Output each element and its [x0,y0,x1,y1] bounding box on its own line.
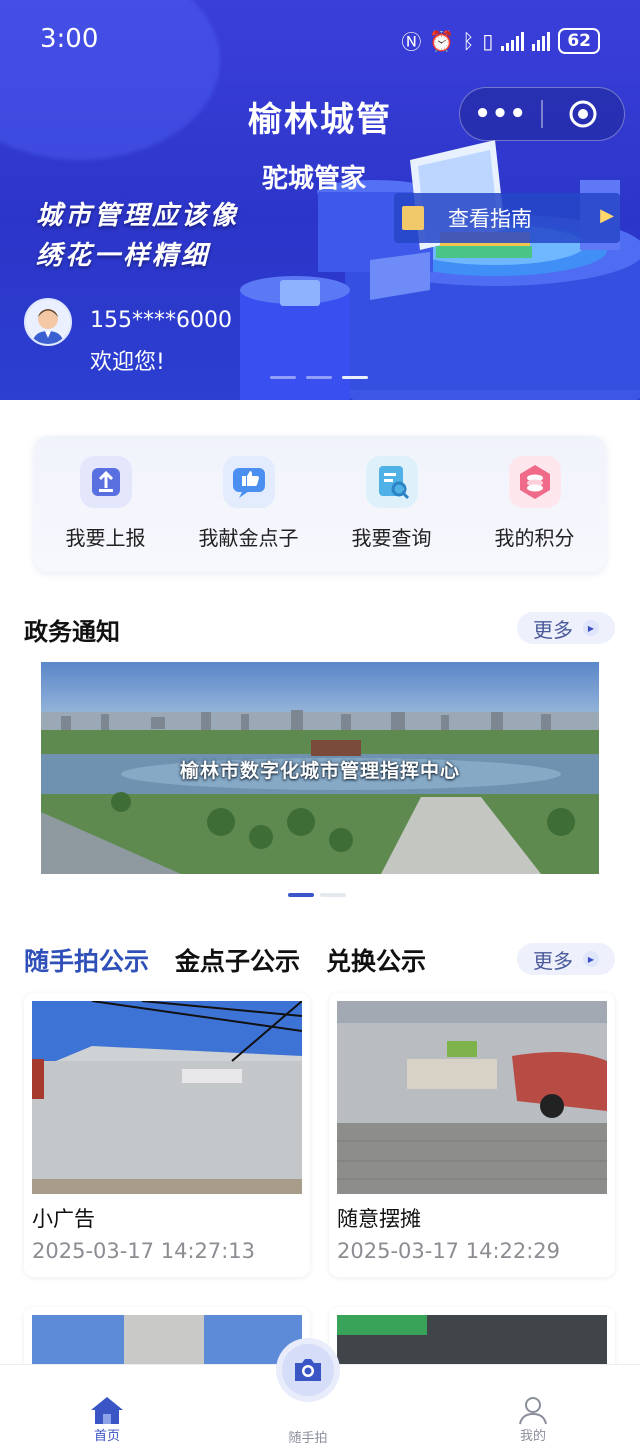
card-photo [32,1001,302,1194]
tab-idea-public[interactable]: 金点子公示 [175,942,300,978]
user-phone: 155****6000 [90,308,232,333]
guide-label: 查看指南 [448,207,532,231]
quick-action-report[interactable]: 我要上报 [34,436,177,572]
points-coin-icon [508,456,561,508]
user-avatar[interactable] [24,298,72,346]
more-label: 更多 [533,617,573,642]
hero-subtitle: 驼城管家 [262,164,367,194]
status-icons: Ⓝ ⏰ ᛒ ▯ 62 [401,26,600,55]
welcome-text: 欢迎您! [90,350,165,375]
quick-action-points[interactable]: 我的积分 [463,436,606,572]
signal-icon-2 [532,31,551,51]
card-datetime: 2025-03-17 14:27:13 [32,1239,256,1263]
notice-section-title: 政务通知 [24,618,120,646]
close-mini-program-button[interactable] [543,99,624,129]
quick-action-label: 我献金点子 [198,526,299,550]
quick-action-query[interactable]: 我要查询 [320,436,463,572]
nav-snap-label: 随手拍 [288,1431,328,1445]
more-label: 更多 [533,948,573,973]
public-tabs: 随手拍公示 金点子公示 兑换公示 [24,942,426,978]
guide-book-icon [402,206,424,230]
nav-home-label: 首页 [93,1429,120,1444]
nav-mine-label: 我的 [519,1429,546,1444]
nav-home[interactable]: 首页 [57,1395,157,1444]
home-icon [91,1397,123,1424]
notice-banner-image[interactable]: 榆林市数字化城市管理指挥中心 [41,662,599,874]
play-arrow-icon: ▶ [583,951,599,967]
view-guide-button[interactable]: 查看指南 ▶ [394,193,620,243]
card-title: 小广告 [32,1207,95,1231]
card-photo [337,1001,607,1194]
notice-more-button[interactable]: 更多 ▶ [517,612,615,644]
tab-snap-public[interactable]: 随手拍公示 [24,942,149,978]
status-time: 3:00 [40,24,99,54]
signal-icon [501,31,525,51]
avatar-icon [26,300,70,344]
upload-icon [79,456,132,508]
hero-carousel-dots [270,376,368,379]
target-icon [569,100,597,128]
play-arrow-icon: ▶ [583,620,599,636]
carousel-dot [270,376,296,379]
quick-action-label: 我要查询 [351,526,432,550]
alarm-icon: ⏰ [429,28,455,53]
hero-slogan-line1: 城市管理应该像 [36,201,240,231]
nav-mine[interactable]: 我的 [483,1395,583,1444]
thumbs-up-icon [222,456,275,508]
public-card[interactable]: 随意摆摊 2025-03-17 14:22:29 [329,993,615,1277]
carousel-dot [320,893,346,897]
user-icon [519,1397,547,1425]
card-datetime: 2025-03-17 14:22:29 [337,1239,561,1263]
carousel-dot-active [288,893,314,897]
nfc-icon: Ⓝ [401,30,422,54]
notice-carousel-dots [288,893,346,897]
carousel-dot-active [342,376,368,379]
quick-actions: 我要上报 我献金点子 我要查询 我的积分 [34,436,606,572]
tab-exchange-public[interactable]: 兑换公示 [326,942,426,978]
nav-snap[interactable]: 随手拍 [258,1427,358,1445]
card-title: 随意摆摊 [337,1207,421,1231]
hero-slogan-line2: 绣花一样精细 [36,241,211,271]
search-document-icon [365,456,418,508]
quick-action-label: 我的积分 [494,526,575,550]
status-bar: 3:00 Ⓝ ⏰ ᛒ ▯ 62 [0,0,640,80]
quick-action-idea[interactable]: 我献金点子 [177,436,320,572]
chevron-right-icon: ▶ [600,205,614,226]
camera-icon [295,1359,321,1381]
carousel-dot [306,376,332,379]
battery-indicator: 62 [558,27,600,54]
quick-action-label: 我要上报 [65,526,146,550]
banner-caption: 榆林市数字化城市管理指挥中心 [179,760,460,782]
mini-program-capsule: ••• [459,87,625,141]
vibrate-icon: ▯ [482,28,494,53]
snap-camera-button[interactable] [276,1338,340,1402]
snap-camera-inner [282,1344,334,1396]
bluetooth-icon: ᛒ [462,28,475,53]
public-card[interactable]: 小广告 2025-03-17 14:27:13 [24,993,310,1277]
public-more-button[interactable]: 更多 ▶ [517,943,615,975]
more-menu-button[interactable]: ••• [460,99,541,129]
